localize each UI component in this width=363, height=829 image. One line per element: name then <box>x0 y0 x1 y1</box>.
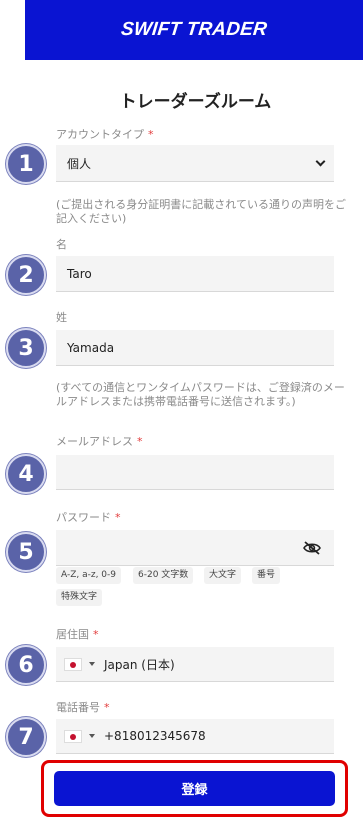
account-type-select[interactable]: 個人 <box>56 145 334 182</box>
page-title: トレーダーズルーム <box>119 92 272 112</box>
first-name-field[interactable]: Taro <box>56 256 334 292</box>
phone-value: +818012345678 <box>104 729 206 743</box>
country-label: 居住国 * <box>56 628 99 641</box>
japan-flag-icon[interactable] <box>64 729 82 743</box>
phone-label: 電話番号 * <box>56 701 110 714</box>
name-note: (ご提出される身分証明書に記載されている通りの声明をご記入ください) <box>56 198 346 225</box>
step-badge-1: 1 <box>6 144 46 184</box>
email-note: (すべての通信とワンタイムパスワードは、ご登録済のメールアドレスまたは携帯電話番… <box>56 381 345 408</box>
account-type-value: 個人 <box>67 156 92 171</box>
required-mark: * <box>104 701 110 714</box>
email-field[interactable] <box>56 455 334 490</box>
password-label: パスワード * <box>56 511 121 524</box>
step-badge-4: 4 <box>6 454 46 494</box>
password-rule-chip: 特殊文字 <box>56 589 103 606</box>
caret-down-icon <box>89 662 95 666</box>
required-mark: * <box>115 511 121 524</box>
eye-off-icon[interactable] <box>303 540 321 555</box>
step-badge-3: 3 <box>6 328 46 368</box>
password-rule-chip: 番号 <box>252 567 281 584</box>
first-name-value: Taro <box>67 266 92 281</box>
caret-down-icon[interactable] <box>89 734 95 738</box>
account-type-label: アカウントタイプ * <box>56 128 154 141</box>
required-mark: * <box>93 628 99 641</box>
last-name-label: 姓 <box>56 311 67 324</box>
step-badge-5: 5 <box>6 532 46 572</box>
password-rule-chip: 大文字 <box>204 567 242 584</box>
header-bar: SWIFT TRADER <box>25 0 363 60</box>
japan-flag-icon <box>64 657 82 671</box>
step-badge-6: 6 <box>6 645 46 685</box>
last-name-field[interactable]: Yamada <box>56 330 334 366</box>
email-label: メールアドレス * <box>56 435 143 448</box>
first-name-label: 名 <box>56 238 67 251</box>
last-name-value: Yamada <box>67 340 115 355</box>
password-field[interactable] <box>56 530 334 566</box>
required-mark: * <box>148 128 154 141</box>
country-select[interactable]: Japan (日本) <box>56 647 334 682</box>
required-mark: * <box>137 435 143 448</box>
step-badge-7: 7 <box>6 717 46 757</box>
password-rule-chip: 6-20 文字数 <box>133 567 194 584</box>
phone-field[interactable]: +818012345678 <box>56 719 334 754</box>
brand-logo: SWIFT TRADER <box>119 19 269 40</box>
password-rule-chip: A-Z, a-z, 0-9 <box>56 567 122 584</box>
step-badge-2: 2 <box>6 255 46 295</box>
country-value: Japan (日本) <box>104 657 175 672</box>
register-button[interactable]: 登録 <box>54 771 335 806</box>
